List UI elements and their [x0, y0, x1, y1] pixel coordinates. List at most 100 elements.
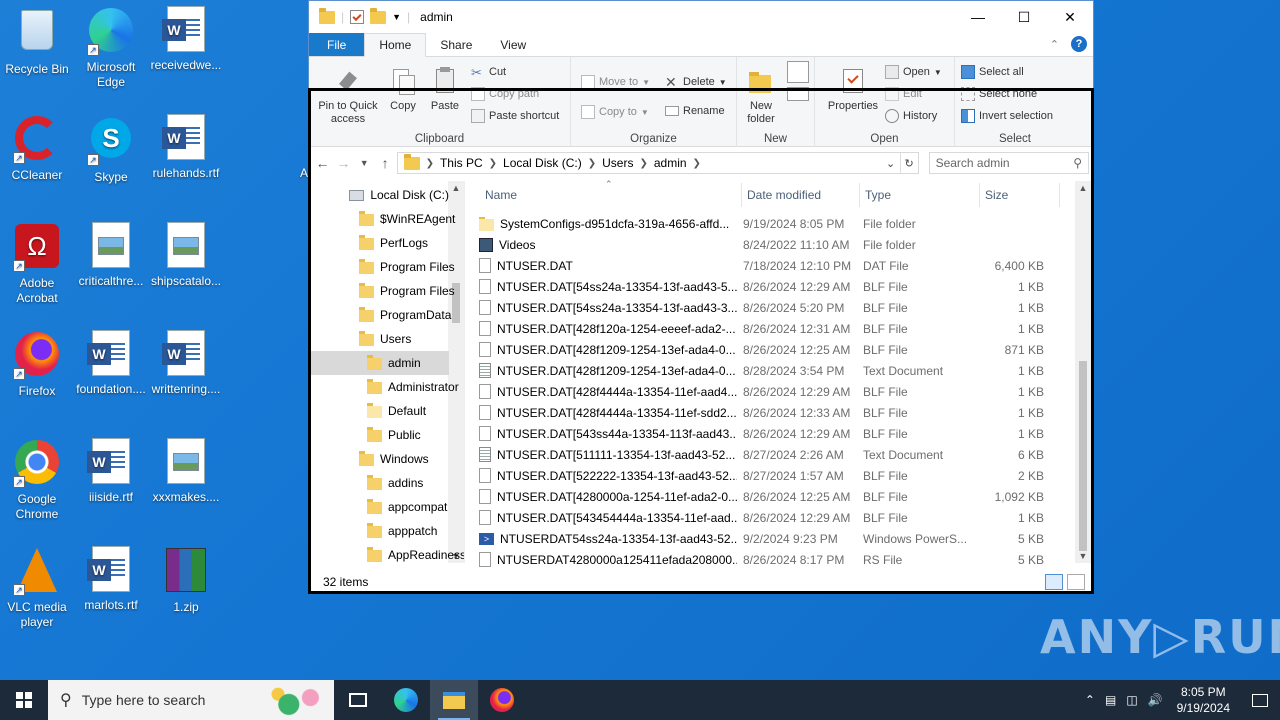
scroll-up-arrow[interactable]: ▲ — [1075, 183, 1091, 193]
nav-item[interactable]: Windows — [309, 447, 449, 471]
taskbar-search-box[interactable]: ⚲ Type here to search — [48, 680, 334, 720]
select-none-button[interactable]: Select none — [961, 87, 1037, 101]
pin-quick-access-button[interactable]: Pin to Quick access — [315, 67, 381, 126]
properties-qa-icon[interactable] — [350, 10, 365, 24]
nav-item[interactable]: $WinREAgent — [309, 207, 455, 231]
paste-shortcut-button[interactable]: Paste shortcut — [471, 109, 559, 123]
nav-item[interactable]: addins — [309, 471, 449, 495]
col-header-type[interactable]: Type — [859, 181, 891, 209]
desktop-icon-microsoft-edge[interactable]: ↗ Microsoft Edge — [74, 6, 148, 90]
nav-item[interactable]: AppReadiness — [309, 543, 464, 563]
recent-locations-button[interactable]: ▼ — [355, 151, 374, 175]
nav-item[interactable]: Default — [309, 399, 449, 423]
new-folder-qa-icon[interactable] — [370, 7, 387, 24]
history-button[interactable]: History — [885, 109, 937, 123]
ethernet-icon[interactable]: ◫ — [1126, 693, 1137, 707]
col-header-date[interactable]: Date modified — [741, 181, 821, 209]
task-view-button[interactable] — [334, 680, 382, 720]
customize-qa-icon[interactable]: ▼ — [392, 12, 401, 22]
desktop-icon-ccleaner[interactable]: ↗ CCleaner — [0, 114, 74, 183]
tab-share[interactable]: Share — [426, 33, 486, 56]
open-button[interactable]: Open ▼ — [885, 65, 942, 79]
rename-button[interactable]: Rename — [665, 105, 725, 117]
show-hidden-icons-icon[interactable]: ⌃ — [1085, 693, 1095, 707]
address-bar[interactable]: ❯ This PC ❯ Local Disk (C:) ❯ Users ❯ ad… — [396, 152, 919, 174]
clock[interactable]: 8:05 PM 9/19/2024 — [1177, 684, 1230, 716]
select-all-button[interactable]: Select all — [961, 65, 1024, 79]
copy-to-button[interactable]: Copy to ▼ — [581, 105, 649, 119]
file-row[interactable]: NTUSERDAT4280000a125411efada208000... 8/2… — [479, 549, 1063, 570]
tab-home[interactable]: Home — [364, 33, 427, 57]
breadcrumb-this-pc[interactable]: This PC — [440, 156, 483, 170]
invert-selection-button[interactable]: Invert selection — [961, 109, 1053, 123]
desktop-icon-firefox[interactable]: ↗ Firefox — [0, 330, 74, 399]
desktop-icon-writtenring[interactable]: Wwrittenring.... — [149, 330, 223, 397]
desktop-icon-1-zip[interactable]: 1.zip — [149, 546, 223, 615]
start-button[interactable] — [0, 680, 48, 720]
file-row[interactable]: NTUSER.DAT[428f1209-1254-13ef-ada4-0... 8… — [479, 360, 1063, 381]
search-input[interactable]: Search admin ⚲ — [928, 152, 1089, 174]
nav-item[interactable]: PerfLogs — [309, 231, 449, 255]
desktop-icon-vlc-media-player[interactable]: ↗ VLC media player — [0, 546, 74, 630]
file-row[interactable]: NTUSER.DAT[428f4444a-13354-11ef-sdd2... 8… — [479, 402, 1063, 423]
file-row[interactable]: NTUSER.DAT 7/18/2024 12:10 PM DAT File 6,40… — [479, 255, 1063, 276]
help-icon[interactable]: ? — [1071, 36, 1087, 52]
paste-button[interactable]: Paste — [427, 67, 463, 113]
network-icon[interactable]: ▤ — [1105, 693, 1116, 707]
desktop-icon-xxxmakes[interactable]: xxxmakes.... — [149, 438, 223, 505]
address-dropdown-icon[interactable]: ⌄ — [882, 153, 900, 173]
copy-path-button[interactable]: Copy path — [471, 87, 539, 101]
file-scroll-thumb[interactable] — [1079, 361, 1087, 551]
file-row[interactable]: NTUSER.DAT[428f4444a-13354-11ef-aad4... 8… — [479, 381, 1063, 402]
scroll-down-arrow[interactable]: ▼ — [1075, 551, 1091, 561]
desktop-icon-skype[interactable]: S ↗ Skype — [74, 114, 148, 185]
file-row[interactable]: Videos 8/24/2022 11:10 AM File folder — [479, 234, 1063, 255]
col-header-name[interactable]: Name — [479, 181, 517, 209]
large-icons-view-button[interactable] — [1067, 574, 1085, 590]
close-button[interactable]: ✕ — [1047, 1, 1093, 33]
file-row[interactable]: NTUSER.DAT[428f120a-1254-eeeef-ada2-... 8… — [479, 318, 1063, 339]
taskbar-firefox[interactable] — [478, 680, 526, 720]
new-folder-button[interactable]: New folder — [741, 67, 781, 126]
desktop-icon-receivedwe[interactable]: Wreceivedwe... — [149, 6, 223, 73]
nav-scrollbar[interactable]: ▲ ▼ — [448, 181, 464, 563]
nav-item[interactable]: ProgramData — [309, 303, 451, 327]
desktop-icon-recycle-bin[interactable]: Recycle Bin — [0, 6, 74, 77]
breadcrumb-local-disk[interactable]: Local Disk (C:) — [503, 156, 582, 170]
desktop-icon-google-chrome[interactable]: ↗ Google Chrome — [0, 438, 74, 522]
up-button[interactable]: ↑ — [376, 151, 395, 175]
nav-item[interactable]: Program Files — [309, 279, 455, 303]
move-to-button[interactable]: Move to ▼ — [581, 75, 650, 89]
file-row[interactable]: NTUSER.DAT[4280000a-1254-11ef-ada2-0... 8… — [479, 486, 1063, 507]
file-scrollbar[interactable]: ▲ ▼ — [1075, 181, 1091, 563]
file-row[interactable]: NTUSER.DAT[54ss24a-13354-13f-aad43-3... 8… — [479, 297, 1063, 318]
desktop-icon-iiiside[interactable]: Wiiiside.rtf — [74, 438, 148, 505]
forward-button[interactable]: → — [334, 151, 353, 175]
desktop-icon-foundation[interactable]: Wfoundation.... — [74, 330, 148, 397]
desktop-icon-marlots[interactable]: Wmarlots.rtf — [74, 546, 148, 613]
desktop-icon-rulehands[interactable]: Wrulehands.rtf — [149, 114, 223, 181]
file-row[interactable]: > NTUSERDAT54ss24a-13354-13f-aad43-52... 9… — [479, 528, 1063, 549]
copy-button[interactable]: Copy — [385, 67, 421, 113]
tab-file[interactable]: File — [309, 33, 365, 56]
desktop-icon-criticalthre[interactable]: criticalthre... — [74, 222, 148, 289]
file-row[interactable]: NTUSER.DAT[428f1209-1254-13ef-ada4-0... 8… — [479, 339, 1063, 360]
minimize-button[interactable]: — — [955, 1, 1001, 33]
nav-item[interactable]: admin — [309, 351, 449, 375]
edit-button[interactable]: Edit — [885, 87, 922, 101]
file-row[interactable]: NTUSER.DAT[511111-13354-13f-aad43-52... 8… — [479, 444, 1063, 465]
details-view-button[interactable] — [1045, 574, 1063, 590]
file-row[interactable]: NTUSER.DAT[522222-13354-13f-aad43-52... 8… — [479, 465, 1063, 486]
nav-item[interactable]: appcompat — [309, 495, 449, 519]
notifications-icon[interactable] — [1252, 693, 1268, 707]
file-row[interactable]: NTUSER.DAT[54ss24a-13354-13f-aad43-5... 8… — [479, 276, 1063, 297]
breadcrumb-users[interactable]: Users — [602, 156, 633, 170]
back-button[interactable]: ← — [313, 151, 332, 175]
desktop-icon-adobe-acrobat[interactable]: Ω ↗ Adobe Acrobat — [0, 222, 74, 306]
nav-item[interactable]: Administrator — [309, 375, 459, 399]
nav-item[interactable]: Public — [309, 423, 449, 447]
properties-button[interactable]: Properties — [823, 67, 883, 113]
delete-button[interactable]: ✕ Delete ▼ — [665, 75, 727, 89]
scroll-up-arrow[interactable]: ▲ — [448, 183, 464, 193]
new-item-icon[interactable] — [787, 61, 809, 83]
